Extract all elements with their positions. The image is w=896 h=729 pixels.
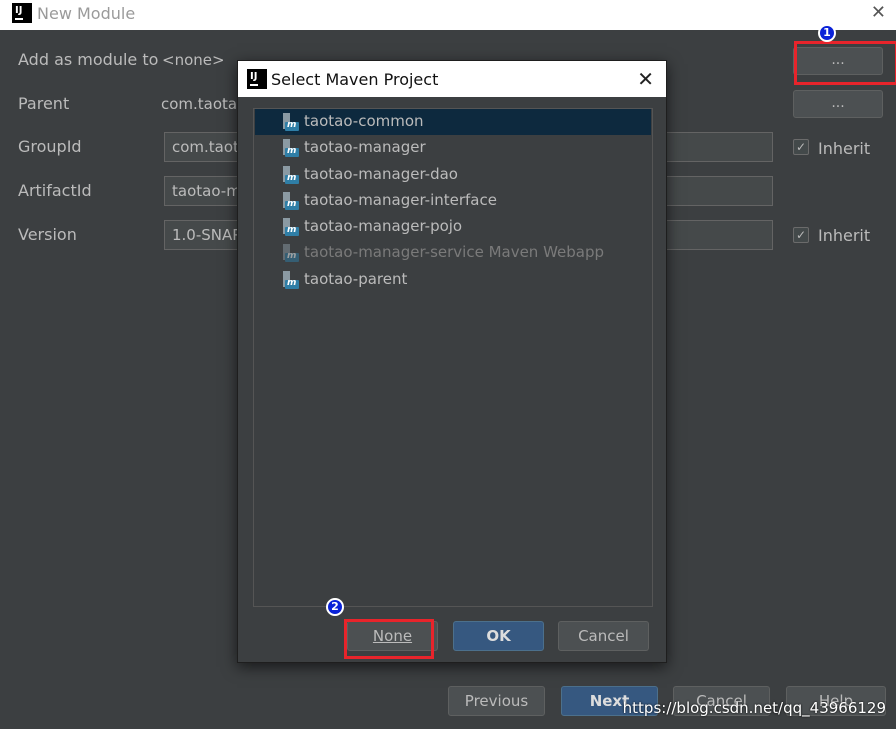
select-maven-project-dialog: IJ Select Maven Project ✕ m taotao-commo… [237,60,667,663]
maven-module-icon: m [283,139,299,157]
list-item[interactable]: m taotao-manager [255,135,651,161]
dialog-titlebar: IJ Select Maven Project ✕ [238,61,666,97]
inherit-groupid-label: Inherit [818,139,871,158]
list-item-label: taotao-manager-interface [304,191,497,209]
list-item-label: taotao-manager-service Maven Webapp [304,243,605,261]
ok-label: OK [486,627,511,645]
maven-project-list[interactable]: m taotao-common m taotao-manager m taota… [253,108,653,607]
window-title: New Module [37,4,136,23]
maven-module-icon: m [283,192,299,210]
maven-module-icon: m [283,244,299,262]
dialog-cancel-label: Cancel [578,627,629,645]
add-as-module-label: Add as module to [18,50,159,69]
list-item[interactable]: m taotao-common [255,109,651,135]
parent-browse-button[interactable]: ... [793,90,883,118]
dialog-close-icon[interactable]: ✕ [637,67,654,91]
list-item-label: taotao-manager [304,138,426,156]
highlight-box-browse [794,41,896,85]
step-marker-2: 2 [326,598,344,616]
inherit-version-label: Inherit [818,226,871,245]
list-item[interactable]: m taotao-manager-pojo [255,214,651,240]
groupid-label: GroupId [18,137,82,156]
list-item-label: taotao-common [304,112,424,130]
list-item[interactable]: m taotao-manager-interface [255,188,651,214]
maven-module-icon: m [283,113,299,131]
list-item[interactable]: m taotao-manager-dao [255,162,651,188]
version-label: Version [18,225,77,244]
artifactid-label: ArtifactId [18,181,92,200]
list-item-label: taotao-manager-dao [304,165,458,183]
intellij-logo-icon: IJ [12,3,32,23]
inherit-version-checkbox[interactable]: ✓ [793,227,809,243]
maven-module-icon: m [283,218,299,236]
maven-module-icon: m [283,271,299,289]
parent-value: com.taota [161,95,238,113]
add-as-module-value: <none> [162,51,225,69]
close-icon[interactable]: ✕ [871,2,886,23]
parent-label: Parent [18,94,70,113]
step-marker-1: 1 [818,24,836,42]
previous-label: Previous [464,692,529,710]
ok-button[interactable]: OK [453,621,544,651]
list-item: m taotao-manager-service Maven Webapp [255,240,651,266]
dialog-title: Select Maven Project [271,70,439,89]
watermark-text: https://blog.csdn.net/qq_43966129 [622,699,886,717]
list-item-label: taotao-parent [304,270,408,288]
dialog-cancel-button[interactable]: Cancel [558,621,649,651]
window-titlebar: IJ New Module ✕ [0,0,896,30]
list-item-label: taotao-manager-pojo [304,217,463,235]
maven-module-icon: m [283,166,299,184]
intellij-logo-icon: IJ [247,69,267,89]
previous-button[interactable]: Previous [448,686,545,716]
highlight-box-none [344,619,434,659]
list-item[interactable]: m taotao-parent [255,267,651,293]
inherit-groupid-checkbox[interactable]: ✓ [793,139,809,155]
